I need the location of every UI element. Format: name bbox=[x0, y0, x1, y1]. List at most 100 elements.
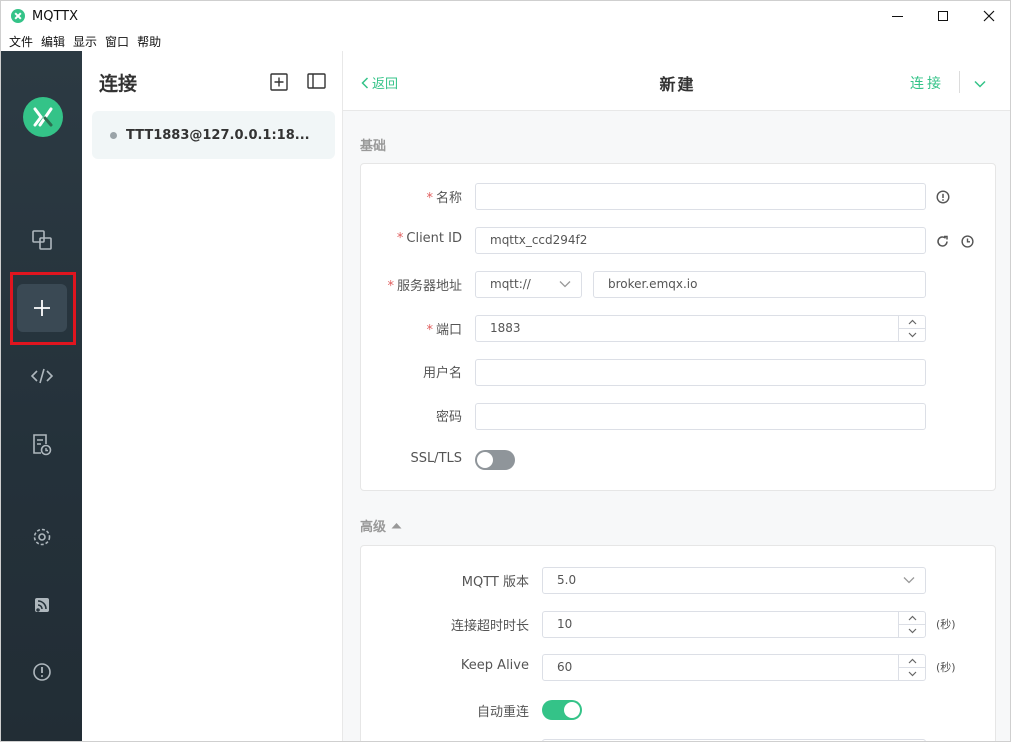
chevron-down-icon bbox=[908, 628, 916, 634]
window-title: MQTTX bbox=[32, 8, 79, 24]
settings-icon bbox=[33, 528, 51, 546]
protocol-value: mqtt:// bbox=[490, 277, 531, 291]
host-label: * 服务器地址 bbox=[387, 275, 462, 294]
client-id-label: * Client ID bbox=[397, 231, 462, 246]
minimize-icon bbox=[891, 15, 903, 17]
port-label: * 端口 bbox=[426, 319, 462, 338]
close-icon bbox=[983, 10, 995, 22]
basic-section-label: 基础 bbox=[360, 135, 386, 154]
connection-item[interactable]: TTT1883@127.0.0.1:18... bbox=[92, 111, 335, 159]
client-id-input[interactable]: mqttx_ccd294f2 bbox=[475, 227, 926, 254]
timeout-unit: (秒) bbox=[936, 618, 956, 631]
add-connection-button[interactable] bbox=[270, 73, 288, 95]
sidebar-toggle-icon bbox=[307, 73, 326, 89]
rail-settings[interactable] bbox=[17, 513, 67, 561]
close-button[interactable] bbox=[966, 1, 1010, 31]
ssl-toggle-knob bbox=[477, 452, 493, 468]
port-stepper bbox=[898, 316, 925, 341]
chevron-down-icon bbox=[908, 671, 916, 677]
rail-script[interactable] bbox=[17, 352, 67, 400]
info-icon bbox=[936, 190, 950, 204]
rail-subscribe[interactable] bbox=[17, 581, 67, 629]
connection-list-panel: 连接 TTT1883@127.0.0.1:18... bbox=[82, 51, 343, 741]
timeout-input[interactable]: 10 bbox=[542, 611, 926, 638]
username-label: 用户名 bbox=[422, 366, 462, 381]
rail-connections[interactable] bbox=[17, 216, 67, 264]
maximize-button[interactable] bbox=[920, 1, 966, 31]
reconnect-label: 自动重连 bbox=[476, 705, 529, 720]
name-label: * 名称 bbox=[426, 187, 462, 206]
port-input[interactable]: 1883 bbox=[475, 315, 926, 342]
required-mark: * bbox=[426, 191, 433, 206]
host-input[interactable]: broker.emqx.io bbox=[593, 271, 926, 298]
password-input[interactable] bbox=[475, 403, 926, 430]
keepalive-unit: (秒) bbox=[936, 661, 956, 674]
menu-view[interactable]: 显示 bbox=[73, 33, 97, 50]
mqttx-logo bbox=[23, 97, 63, 137]
name-label-text: 名称 bbox=[435, 191, 462, 206]
client-id-label-text: Client ID bbox=[406, 231, 462, 246]
maximize-icon bbox=[938, 11, 948, 21]
mqtt-version-select[interactable]: 5.0 bbox=[542, 567, 926, 594]
chevron-up-icon bbox=[908, 658, 916, 664]
chevron-down-icon bbox=[974, 80, 986, 88]
menu-help[interactable]: 帮助 bbox=[137, 33, 161, 50]
port-decrease-button[interactable] bbox=[899, 329, 925, 341]
port-increase-button[interactable] bbox=[899, 316, 925, 329]
port-value: 1883 bbox=[490, 321, 521, 335]
caret-up-icon bbox=[391, 523, 402, 529]
rail-log[interactable] bbox=[17, 420, 67, 468]
connections-title: 连接 bbox=[99, 73, 138, 95]
clock-icon bbox=[961, 235, 974, 248]
connection-status-dot bbox=[110, 131, 117, 139]
minimize-button[interactable] bbox=[874, 1, 920, 31]
more-options-button[interactable] bbox=[974, 73, 986, 92]
annotation-highlight-box bbox=[10, 272, 76, 345]
password-label: 密码 bbox=[435, 410, 462, 425]
script-icon bbox=[31, 368, 53, 384]
menu-edit[interactable]: 编辑 bbox=[41, 33, 65, 50]
mqtt-version-value: 5.0 bbox=[557, 573, 577, 587]
name-info-button[interactable] bbox=[936, 189, 950, 208]
connect-button[interactable]: 连接 bbox=[910, 73, 944, 93]
protocol-select[interactable]: mqtt:// bbox=[475, 271, 582, 298]
advanced-section-label[interactable]: 高级 bbox=[360, 516, 402, 535]
ssl-toggle[interactable] bbox=[475, 450, 515, 470]
app-logo-icon bbox=[11, 9, 25, 23]
keepalive-value: 60 bbox=[557, 660, 573, 674]
keepalive-increase-button[interactable] bbox=[899, 655, 925, 668]
nav-rail bbox=[1, 51, 82, 741]
advanced-section-title: 高级 bbox=[360, 520, 387, 535]
timeout-stepper bbox=[898, 612, 925, 637]
chevron-up-icon bbox=[908, 319, 916, 325]
keepalive-label: Keep Alive bbox=[460, 658, 529, 673]
ssl-label: SSL/TLS bbox=[410, 451, 462, 466]
refresh-client-id-button[interactable] bbox=[936, 233, 949, 252]
timeout-increase-button[interactable] bbox=[899, 612, 925, 625]
timeout-decrease-button[interactable] bbox=[899, 625, 925, 637]
toggle-panel-button[interactable] bbox=[307, 73, 326, 93]
log-icon bbox=[33, 434, 52, 456]
basic-card: * 名称 * Client ID mqttx_ccd294f2 * 服务器地址 mqt… bbox=[360, 163, 996, 491]
keepalive-input[interactable]: 60 bbox=[542, 654, 926, 681]
app-window: MQTTX 文件 编辑 显示 窗口 帮助 连接 TTT1883@127.0.0.… bbox=[0, 0, 1011, 742]
required-mark: * bbox=[396, 231, 404, 246]
host-label-text: 服务器地址 bbox=[396, 279, 462, 294]
about-icon bbox=[33, 663, 51, 681]
menu-file[interactable]: 文件 bbox=[9, 33, 33, 50]
name-input[interactable] bbox=[475, 183, 926, 210]
required-mark: * bbox=[387, 279, 394, 294]
subscribe-icon bbox=[35, 598, 49, 612]
reconnect-toggle-knob bbox=[564, 702, 580, 718]
form-topbar: 返回 新建 连接 bbox=[343, 51, 1010, 111]
rail-about[interactable] bbox=[17, 648, 67, 696]
reconnect-toggle[interactable] bbox=[542, 700, 582, 720]
username-input[interactable] bbox=[475, 359, 926, 386]
connection-label: TTT1883@127.0.0.1:18... bbox=[126, 127, 310, 143]
chevron-down-icon bbox=[908, 332, 916, 338]
toolbar-divider bbox=[959, 71, 960, 93]
keepalive-decrease-button[interactable] bbox=[899, 668, 925, 680]
client-id-time-button[interactable] bbox=[961, 233, 974, 252]
menu-window[interactable]: 窗口 bbox=[105, 33, 129, 50]
chevron-down-icon bbox=[559, 281, 571, 288]
